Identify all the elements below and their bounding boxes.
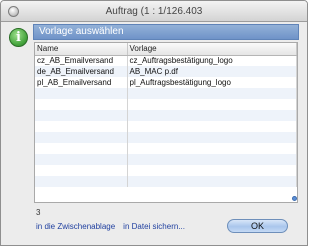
cell-name: de_AB_Emailversand [35, 66, 128, 77]
cell-name [35, 110, 128, 121]
cell-name [35, 176, 128, 187]
column-header-name[interactable]: Name [35, 43, 128, 56]
cell-name [35, 88, 128, 99]
table-row[interactable]: de_AB_Emailversand AB_MAC p.df [35, 66, 297, 77]
cell-name [35, 165, 128, 176]
dialog-header: Vorlage auswählen [33, 24, 299, 40]
table-row[interactable] [35, 121, 297, 132]
cell-template: AB_MAC p.df [127, 66, 297, 77]
cell-template [127, 132, 297, 143]
table-header-row: Name Vorlage [35, 43, 297, 56]
window-title: Auftrag (1 : 1/126.403 [105, 6, 203, 17]
cell-template [127, 176, 297, 187]
table-row[interactable] [35, 99, 297, 110]
cell-name [35, 132, 128, 143]
column-header-vorlage[interactable]: Vorlage [127, 43, 297, 56]
cell-template [127, 154, 297, 165]
info-icon: i [9, 28, 28, 47]
cell-template [127, 110, 297, 121]
table-row[interactable] [35, 154, 297, 165]
table-row[interactable] [35, 143, 297, 154]
cell-name [35, 99, 128, 110]
row-count: 3 [36, 208, 41, 217]
export-links: in die Zwischenablage in Datei sichern... [36, 222, 185, 231]
title-bar[interactable]: Auftrag (1 : 1/126.403 [1, 1, 307, 22]
cell-name: pl_AB_Emailversand [35, 77, 128, 88]
cell-template [127, 165, 297, 176]
cell-template: pl_Auftragsbestätigung_logo [127, 77, 297, 88]
dialog-window: Auftrag (1 : 1/126.403 i Vorlage auswähl… [0, 0, 308, 246]
ok-button[interactable]: OK [227, 219, 288, 233]
cell-template [127, 99, 297, 110]
table-row[interactable] [35, 165, 297, 176]
cell-template [127, 121, 297, 132]
copy-to-clipboard-link[interactable]: in die Zwischenablage [36, 222, 115, 231]
table-row[interactable]: cz_AB_Emailversand cz_Auftragsbestätigun… [35, 55, 297, 66]
table-row[interactable]: pl_AB_Emailversand pl_Auftragsbestätigun… [35, 77, 297, 88]
cell-name [35, 154, 128, 165]
save-to-file-link[interactable]: in Datei sichern... [123, 222, 185, 231]
table-row[interactable] [35, 132, 297, 143]
cell-template [127, 143, 297, 154]
cell-name: cz_AB_Emailversand [35, 55, 128, 66]
cell-template: cz_Auftragsbestätigung_logo [127, 55, 297, 66]
cell-template [127, 88, 297, 99]
resize-indicator-icon [292, 196, 297, 201]
table-row[interactable] [35, 88, 297, 99]
table-row[interactable] [35, 176, 297, 187]
cell-name [35, 143, 128, 154]
template-table[interactable]: Name Vorlage cz_AB_Emailversand cz_Auftr… [34, 42, 298, 203]
table-row[interactable] [35, 110, 297, 121]
cell-name [35, 121, 128, 132]
